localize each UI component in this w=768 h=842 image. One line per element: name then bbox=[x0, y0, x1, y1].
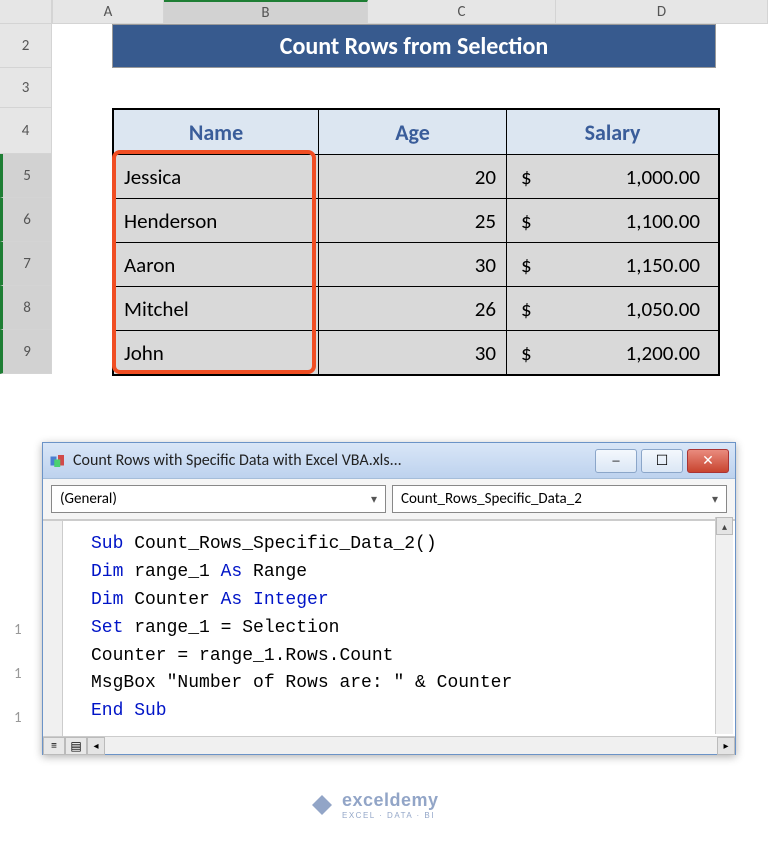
cell-salary[interactable]: $1,050.00 bbox=[506, 287, 718, 330]
cell-salary[interactable]: $1,200.00 bbox=[506, 331, 718, 374]
row-header-6[interactable]: 6 bbox=[0, 198, 52, 242]
row-header-8[interactable]: 8 bbox=[0, 286, 52, 330]
view-procedure-button[interactable]: ▤ bbox=[65, 737, 87, 755]
header-name[interactable]: Name bbox=[114, 110, 318, 154]
vertical-scrollbar[interactable]: ▴ bbox=[715, 517, 733, 734]
cell-name[interactable]: John bbox=[114, 331, 318, 374]
table-row: Jessica 20 $1,000.00 bbox=[114, 154, 718, 198]
cell-name[interactable]: Henderson bbox=[114, 199, 318, 242]
row-header-3[interactable]: 3 bbox=[0, 68, 52, 108]
watermark-icon bbox=[310, 793, 334, 817]
cell-A4[interactable] bbox=[52, 108, 112, 374]
cell-name[interactable]: Aaron bbox=[114, 243, 318, 286]
vba-app-icon bbox=[49, 452, 67, 470]
table-row: John 30 $1,200.00 bbox=[114, 330, 718, 374]
cell-age[interactable]: 20 bbox=[318, 155, 506, 198]
row-header-4[interactable]: 4 bbox=[0, 108, 52, 154]
hidden-row-numbers: 1 1 1 bbox=[14, 608, 22, 740]
watermark: exceldemy EXCEL · DATA · BI bbox=[310, 790, 439, 820]
code-area: Sub Count_Rows_Specific_Data_2() Dim ran… bbox=[43, 520, 735, 736]
table-row: Mitchel 26 $1,050.00 bbox=[114, 286, 718, 330]
chevron-down-icon: ▾ bbox=[371, 492, 377, 507]
cell-A3[interactable] bbox=[52, 68, 112, 108]
col-header-D[interactable]: D bbox=[556, 0, 768, 23]
object-dropdown[interactable]: (General) ▾ bbox=[51, 485, 386, 513]
title-cell[interactable]: Count Rows from Selection bbox=[112, 24, 716, 68]
table-header-row: Name Age Salary bbox=[114, 110, 718, 154]
code-gutter bbox=[43, 521, 63, 736]
scroll-up-arrow[interactable]: ▴ bbox=[716, 517, 733, 535]
row-header-2[interactable]: 2 bbox=[0, 24, 52, 68]
procedure-dropdown[interactable]: Count_Rows_Specific_Data_2 ▾ bbox=[392, 485, 727, 513]
cell-age[interactable]: 30 bbox=[318, 331, 506, 374]
cell-salary[interactable]: $1,100.00 bbox=[506, 199, 718, 242]
cell-salary[interactable]: $1,000.00 bbox=[506, 155, 718, 198]
scroll-right-arrow[interactable]: ▸ bbox=[717, 737, 735, 755]
vba-titlebar[interactable]: Count Rows with Specific Data with Excel… bbox=[43, 443, 735, 479]
select-all-corner[interactable] bbox=[0, 0, 52, 24]
vba-editor-window[interactable]: Count Rows with Specific Data with Excel… bbox=[42, 442, 736, 755]
view-full-module-button[interactable]: ≡ bbox=[43, 737, 65, 755]
cell-age[interactable]: 25 bbox=[318, 199, 506, 242]
header-age[interactable]: Age bbox=[318, 110, 506, 154]
cell-age[interactable]: 30 bbox=[318, 243, 506, 286]
data-table: Name Age Salary Jessica 20 $1,000.00 Hen… bbox=[112, 108, 720, 376]
cell-A2[interactable] bbox=[52, 24, 112, 68]
cell-name[interactable]: Jessica bbox=[114, 155, 318, 198]
col-header-B[interactable]: B bbox=[164, 0, 368, 23]
code-editor[interactable]: Sub Count_Rows_Specific_Data_2() Dim ran… bbox=[63, 521, 735, 736]
sheet-area: A B C D 2 3 4 5 6 7 8 9 Count Rows from … bbox=[0, 0, 768, 376]
vba-window-title: Count Rows with Specific Data with Excel… bbox=[73, 451, 595, 470]
table-row: Aaron 30 $1,150.00 bbox=[114, 242, 718, 286]
header-salary[interactable]: Salary bbox=[506, 110, 718, 154]
table-row: Henderson 25 $1,100.00 bbox=[114, 198, 718, 242]
row-headers: 2 3 4 5 6 7 8 9 bbox=[0, 24, 52, 376]
close-button[interactable]: ✕ bbox=[687, 449, 729, 473]
cells-area[interactable]: Count Rows from Selection Name Age Salar… bbox=[52, 24, 720, 376]
row-header-5[interactable]: 5 bbox=[0, 154, 52, 198]
scroll-left-arrow[interactable]: ◂ bbox=[87, 737, 105, 755]
col-header-A[interactable]: A bbox=[52, 0, 164, 23]
horizontal-scrollbar[interactable]: ≡ ▤ ◂ ▸ bbox=[43, 736, 735, 754]
row-header-9[interactable]: 9 bbox=[0, 330, 52, 374]
maximize-button[interactable]: ☐ bbox=[641, 449, 683, 473]
column-headers: A B C D bbox=[0, 0, 768, 24]
cell-salary[interactable]: $1,150.00 bbox=[506, 243, 718, 286]
chevron-down-icon: ▾ bbox=[712, 492, 718, 507]
minimize-button[interactable]: ─ bbox=[595, 449, 637, 473]
cell-age[interactable]: 26 bbox=[318, 287, 506, 330]
row-header-7[interactable]: 7 bbox=[0, 242, 52, 286]
cell-name[interactable]: Mitchel bbox=[114, 287, 318, 330]
col-header-C[interactable]: C bbox=[368, 0, 556, 23]
vba-dropdowns: (General) ▾ Count_Rows_Specific_Data_2 ▾ bbox=[43, 479, 735, 520]
